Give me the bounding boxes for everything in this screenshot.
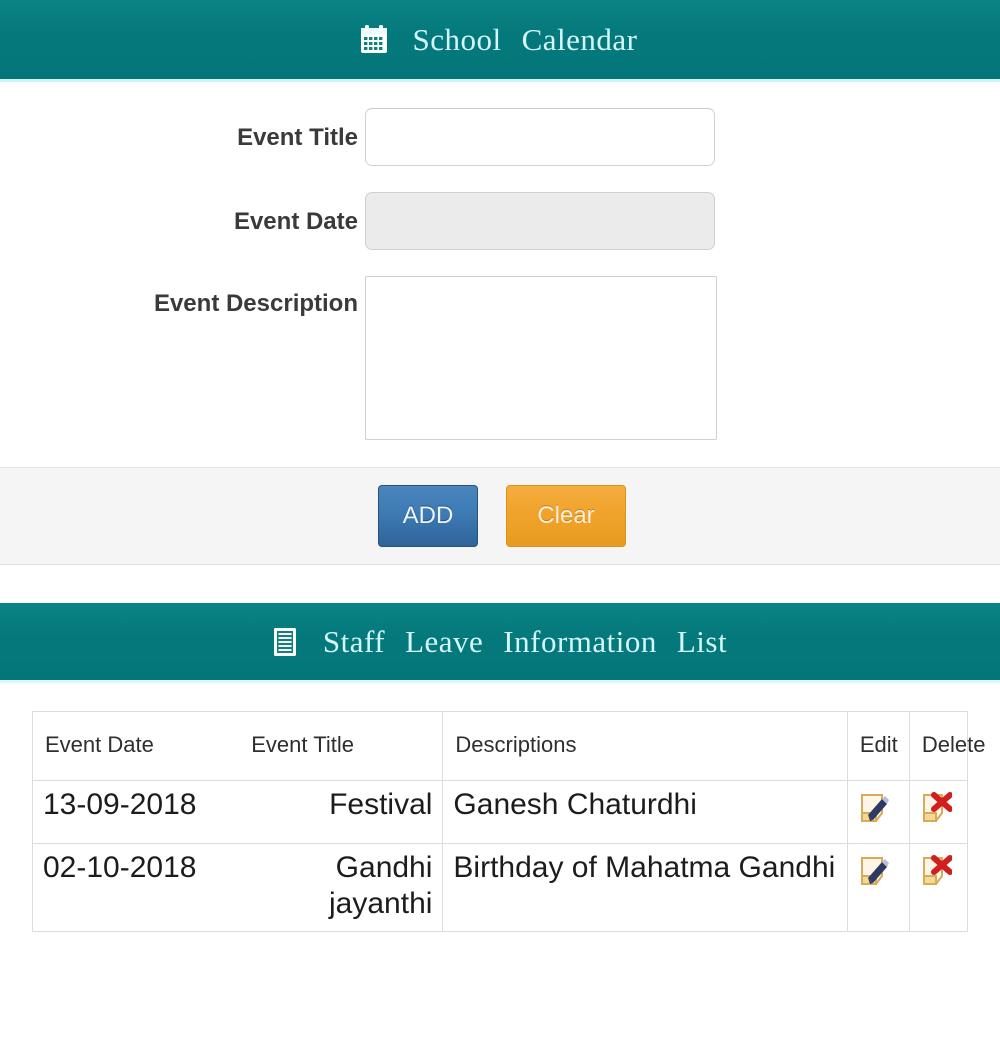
events-table: Event Date Event Title Descriptions Edit… [31,711,986,933]
cell-delete [908,843,969,933]
event-date-label: Event Date [233,208,358,235]
event-description-field-wrap [362,276,717,445]
events-table-body: 13-09-2018 Festival Ganesh Chaturdhi 02-… [31,779,969,933]
column-header-delete: Delete [908,711,986,781]
events-table-header-row: Event Date Event Title Descriptions Edit… [31,711,986,781]
table-row: 13-09-2018 Festival Ganesh Chaturdhi [31,779,969,845]
list-title-word-4: List [676,623,728,659]
list-title-word-3: Information [503,623,657,659]
calendar-title-word-1: School [412,21,502,57]
cell-event-title: Festival [238,779,444,845]
events-table-area: Event Date Event Title Descriptions Edit… [0,683,1000,933]
school-calendar-header: School Calendar [0,0,1000,82]
event-date-input[interactable] [365,192,715,250]
event-description-row: Event Description [0,276,1000,445]
table-row: 02-10-2018 Gandhi jayanthi Birthday of M… [31,843,969,933]
list-title-word-1: Staff [322,623,386,659]
calendar-title-word-2: Calendar [521,21,638,57]
column-header-event-date: Event Date [31,711,239,781]
staff-leave-list-title: Staff Leave Information List [270,624,730,660]
cell-edit [846,843,910,933]
event-date-field-wrap [362,192,715,250]
event-title-input[interactable] [365,108,715,166]
section-spacer [0,565,1000,603]
cell-delete [908,779,969,845]
event-description-label: Event Description [153,290,358,317]
column-header-edit: Edit [846,711,910,781]
calendar-icon [359,24,389,56]
event-form: Event Title Event Date Event Description [0,82,1000,467]
event-description-textarea[interactable] [365,276,717,440]
staff-leave-list-header: Staff Leave Information List [0,603,1000,683]
column-header-descriptions: Descriptions [442,711,848,781]
events-table-head: Event Date Event Title Descriptions Edit… [31,711,986,781]
school-calendar-title: School Calendar [359,22,640,58]
cell-description: Ganesh Chaturdhi [442,779,848,845]
edit-note-pencil-icon[interactable] [858,791,890,825]
cell-event-date: 02-10-2018 [31,843,239,933]
form-action-bar: ADD Clear [0,467,1000,565]
event-title-field-wrap [362,108,715,166]
cell-event-date: 13-09-2018 [31,779,239,845]
edit-note-pencil-icon[interactable] [858,854,890,888]
event-date-row: Event Date [0,192,1000,250]
cell-event-title: Gandhi jayanthi [238,843,444,933]
cell-description: Birthday of Mahatma Gandhi [442,843,848,933]
cell-edit [846,779,910,845]
list-title-word-2: Leave [405,623,484,659]
clear-button[interactable]: Clear [506,485,626,547]
list-document-icon [270,626,300,658]
column-header-event-title: Event Title [238,711,444,781]
event-title-row: Event Title [0,108,1000,166]
delete-note-cross-icon[interactable] [920,854,953,888]
add-button[interactable]: ADD [378,485,478,547]
delete-note-cross-icon[interactable] [920,791,953,825]
event-title-label: Event Title [237,124,358,151]
